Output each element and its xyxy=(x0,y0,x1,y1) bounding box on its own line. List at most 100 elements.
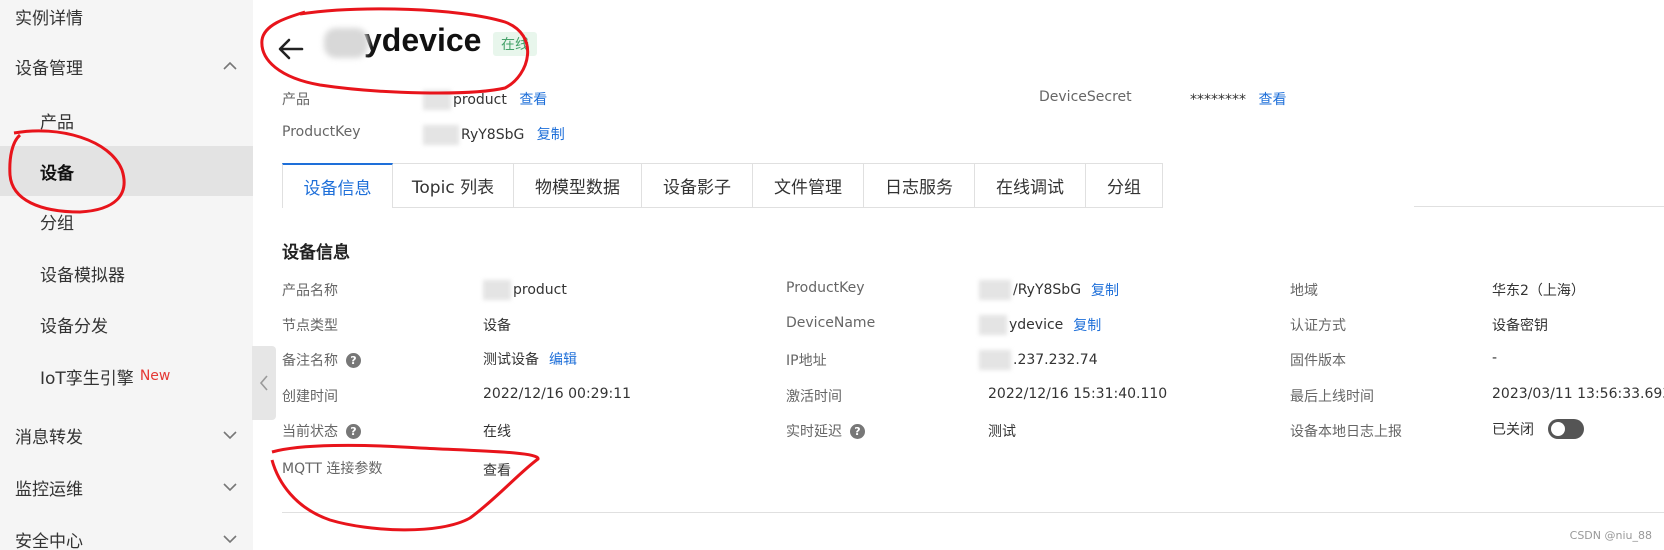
redacted-mask xyxy=(324,27,368,58)
info-value-productkey: /RyY8SbG 复制 xyxy=(979,280,1119,300)
back-arrow-icon[interactable] xyxy=(276,34,306,64)
edit-remark-link[interactable]: 编辑 xyxy=(549,349,577,369)
sidebar: 实例详情 设备管理 产品 设备 分组 设备模拟器 设备分发 IoT孪生引擎 Ne… xyxy=(0,0,253,550)
sidebar-group-message-forwarding[interactable]: 消息转发 xyxy=(0,410,253,460)
mqtt-params-view-link[interactable]: 查看 xyxy=(483,460,511,480)
device-name-text: ydevice xyxy=(364,22,482,58)
chevron-down-icon xyxy=(223,483,237,492)
help-icon[interactable]: ? xyxy=(850,423,865,439)
sidebar-item-device[interactable]: 设备 xyxy=(0,146,253,196)
chevron-down-icon xyxy=(223,431,237,440)
sidebar-item-label: 消息转发 xyxy=(15,427,83,448)
help-icon[interactable]: ? xyxy=(346,352,361,368)
redacted-mask xyxy=(423,125,459,145)
devicesecret-masked-text: ******** xyxy=(1190,92,1246,108)
product-value: product 查看 xyxy=(423,89,547,110)
tabs-divider xyxy=(1414,206,1664,207)
info-label-last-online-time: 最后上线时间 xyxy=(1290,389,1374,405)
sidebar-item-instance-details[interactable]: 实例详情 xyxy=(0,0,253,41)
info-label-ip-address: IP地址 xyxy=(786,353,827,369)
sidebar-item-label: 监控运维 xyxy=(15,479,83,500)
sidebar-item-label: 设备分发 xyxy=(40,316,108,337)
chevron-down-icon xyxy=(223,535,237,544)
status-badge: 在线 xyxy=(493,32,537,56)
product-label: 产品 xyxy=(282,92,310,108)
devicesecret-label: DeviceSecret xyxy=(1039,89,1132,105)
sidebar-item-group[interactable]: 分组 xyxy=(0,196,253,246)
info-label-current-status: 当前状态 ? xyxy=(282,421,361,441)
sidebar-group-monitoring-ops[interactable]: 监控运维 xyxy=(0,462,253,512)
tab-bar: 设备信息 Topic 列表 物模型数据 设备影子 文件管理 日志服务 在线调试 … xyxy=(282,163,1163,208)
sidebar-item-label: 分组 xyxy=(40,213,74,234)
watermark: CSDN @niu_88 xyxy=(1569,529,1652,542)
page-title: ydevice xyxy=(324,22,481,59)
latency-test-link[interactable]: 测试 xyxy=(988,421,1016,441)
info-label-remark-name: 备注名称 ? xyxy=(282,350,361,370)
sidebar-group-security-center[interactable]: 安全中心 xyxy=(0,514,253,550)
devicename-copy-link[interactable]: 复制 xyxy=(1073,315,1101,335)
info-label-created-time: 创建时间 xyxy=(282,389,338,405)
info-value-text: 测试设备 xyxy=(483,352,539,368)
info-label-local-log-report: 设备本地日志上报 xyxy=(1290,424,1402,440)
productkey-copy-link[interactable]: 复制 xyxy=(537,127,565,143)
info-value-firmware-version: - xyxy=(1492,350,1498,366)
redacted-mask xyxy=(979,350,1011,370)
info-label-mqtt-params: MQTT 连接参数 xyxy=(282,461,383,477)
info-value-remark-name: 测试设备 编辑 xyxy=(483,349,577,369)
info-label-productkey: ProductKey xyxy=(786,280,865,296)
redacted-mask xyxy=(979,280,1011,300)
tab-file-management[interactable]: 文件管理 xyxy=(753,163,864,208)
info-label-text: 备注名称 xyxy=(282,353,338,369)
chevron-up-icon xyxy=(223,61,237,70)
help-icon[interactable]: ? xyxy=(346,423,361,439)
section-divider xyxy=(282,512,1664,513)
info-label-devicename: DeviceName xyxy=(786,315,876,331)
sidebar-item-product[interactable]: 产品 xyxy=(0,95,253,145)
section-title: 设备信息 xyxy=(282,243,350,263)
sidebar-item-label: 设备 xyxy=(40,163,74,184)
redacted-mask xyxy=(483,280,511,300)
info-label-text: 实时延迟 xyxy=(786,424,842,440)
redacted-mask xyxy=(979,315,1007,335)
productkey-value: RyY8SbG 复制 xyxy=(423,124,565,145)
info-label-node-type: 节点类型 xyxy=(282,318,338,334)
info-value-devicename: ydevice 复制 xyxy=(979,315,1101,335)
productkey-label: ProductKey xyxy=(282,124,361,140)
product-view-link[interactable]: 查看 xyxy=(519,92,547,108)
info-label-product-name: 产品名称 xyxy=(282,283,338,299)
sidebar-item-device-distribution[interactable]: 设备分发 xyxy=(0,299,253,349)
tab-device-info[interactable]: 设备信息 xyxy=(282,163,393,208)
new-badge: New xyxy=(139,368,171,384)
info-value-text: product xyxy=(513,282,567,298)
info-value-text: ydevice xyxy=(1009,317,1064,333)
sidebar-item-device-simulator[interactable]: 设备模拟器 xyxy=(0,248,253,298)
sidebar-item-label: 设备管理 xyxy=(15,58,83,79)
info-label-text: 当前状态 xyxy=(282,424,338,440)
info-value-text: 已关闭 xyxy=(1492,422,1534,438)
productkey-copy-link[interactable]: 复制 xyxy=(1091,280,1119,300)
sidebar-item-iot-twin-engine[interactable]: IoT孪生引擎 New xyxy=(0,351,253,401)
tab-group[interactable]: 分组 xyxy=(1086,163,1163,208)
sidebar-group-device-management[interactable]: 设备管理 xyxy=(0,41,253,91)
info-label-region: 地域 xyxy=(1290,283,1318,299)
sidebar-item-label: 实例详情 xyxy=(15,8,83,29)
info-value-created-time: 2022/12/16 00:29:11 xyxy=(483,386,632,402)
local-log-toggle[interactable] xyxy=(1548,419,1584,439)
tab-thing-model-data[interactable]: 物模型数据 xyxy=(514,163,642,208)
tab-online-debug[interactable]: 在线调试 xyxy=(975,163,1086,208)
sidebar-item-label: 安全中心 xyxy=(15,531,83,550)
info-value-text: /RyY8SbG xyxy=(1013,282,1082,298)
tab-topic-list[interactable]: Topic 列表 xyxy=(393,163,514,208)
sidebar-item-label: IoT孪生引擎 xyxy=(40,368,134,389)
info-value-region: 华东2（上海） xyxy=(1492,283,1585,299)
devicesecret-value: ******** 查看 xyxy=(1190,89,1286,109)
tab-device-shadow[interactable]: 设备影子 xyxy=(642,163,753,208)
info-value-activated-time: 2022/12/16 15:31:40.110 xyxy=(988,386,1168,402)
sidebar-item-label: 产品 xyxy=(40,112,74,133)
info-value-last-online-time: 2023/03/11 13:56:33.693 xyxy=(1492,386,1664,402)
main-content: ydevice 在线 产品 product 查看 ProductKey RyY8… xyxy=(253,0,1664,550)
info-value-local-log-report: 已关闭 xyxy=(1492,419,1584,439)
devicesecret-view-link[interactable]: 查看 xyxy=(1258,92,1286,108)
tab-log-service[interactable]: 日志服务 xyxy=(864,163,975,208)
info-value-ip-address: .237.232.74 xyxy=(979,350,1098,370)
